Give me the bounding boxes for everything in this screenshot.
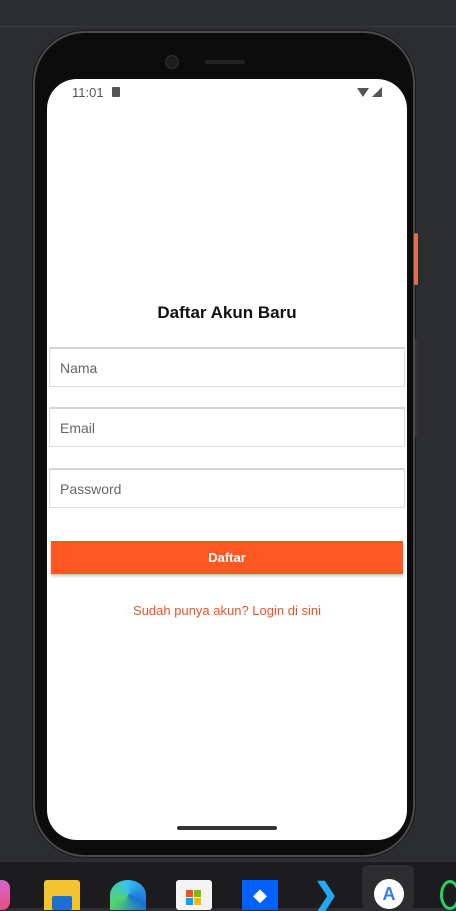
- sd-card-icon: [111, 87, 120, 97]
- wifi-icon: [357, 87, 369, 97]
- android-studio-taskbar-item[interactable]: A: [362, 865, 414, 909]
- dropbox-icon[interactable]: ◆: [242, 880, 278, 910]
- taskbar: ◆ ❯ A: [0, 861, 456, 910]
- register-button[interactable]: Daftar: [51, 541, 403, 574]
- microsoft-store-icon[interactable]: [176, 880, 212, 910]
- vscode-icon[interactable]: ❯: [308, 880, 344, 910]
- volume-button[interactable]: [415, 338, 418, 438]
- power-button[interactable]: [414, 233, 418, 285]
- email-input[interactable]: [49, 407, 405, 447]
- speaker-grille: [205, 60, 245, 64]
- signal-icon: [372, 87, 382, 97]
- status-bar: 11:01: [72, 84, 382, 100]
- whatsapp-icon[interactable]: [440, 880, 456, 910]
- file-explorer-icon[interactable]: [44, 880, 80, 910]
- android-studio-icon: A: [374, 879, 404, 909]
- status-time: 11:01: [72, 84, 104, 100]
- camera-icon: [165, 55, 179, 69]
- emulator-device-frame: 11:01 Daftar Akun Baru Daftar Sudah puny…: [33, 31, 418, 857]
- edge-icon[interactable]: [110, 880, 146, 910]
- window-top-bar: [0, 0, 456, 27]
- app-icon[interactable]: [0, 880, 10, 910]
- home-gesture-bar[interactable]: [177, 826, 277, 830]
- page-title: Daftar Akun Baru: [157, 303, 297, 322]
- device-screen: 11:01 Daftar Akun Baru Daftar Sudah puny…: [47, 79, 407, 840]
- name-input[interactable]: [49, 347, 405, 387]
- password-input[interactable]: [49, 468, 405, 508]
- login-link[interactable]: Sudah punya akun? Login di sini: [47, 603, 407, 618]
